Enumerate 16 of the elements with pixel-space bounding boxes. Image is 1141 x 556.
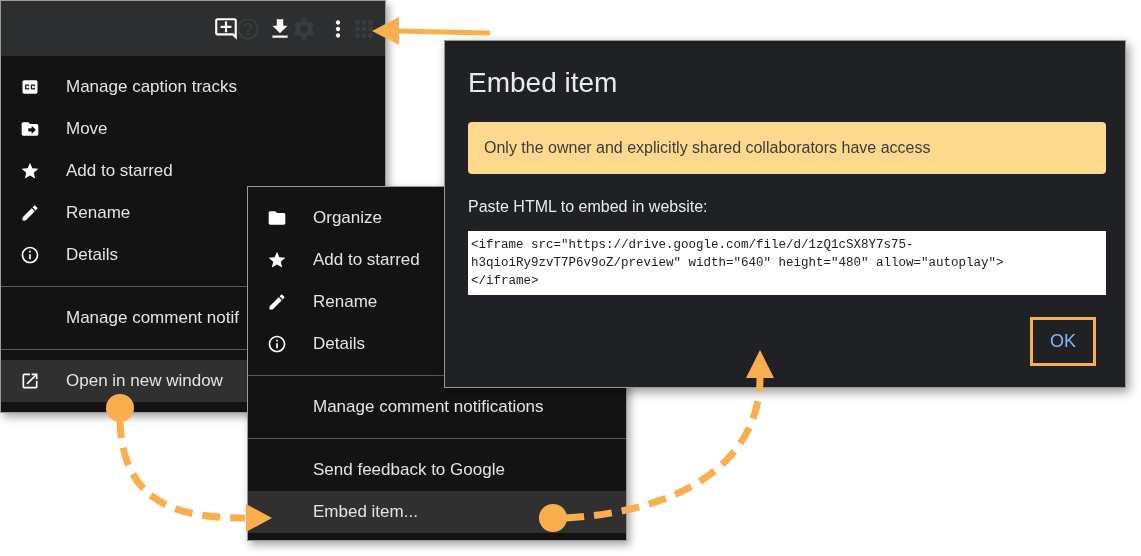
embed-code-field[interactable]: <iframe src="https://drive.google.com/file/d/1zQ1cSX8Y7s75- h3qioiRy9zvT7P6v9oZ/preview" width="640" height="480" allow="autoplay"> </iframe> bbox=[468, 231, 1106, 295]
menu-item[interactable]: Move bbox=[1, 108, 385, 150]
menu-item[interactable]: Send feedback to Google bbox=[248, 449, 626, 491]
dialog-title: Embed item bbox=[468, 67, 619, 99]
add-comment-icon[interactable] bbox=[213, 15, 239, 42]
pencil-icon bbox=[267, 291, 287, 313]
info-icon bbox=[20, 244, 40, 266]
info-icon bbox=[267, 333, 287, 355]
pencil-icon bbox=[20, 202, 40, 224]
access-notice: Only the owner and explicitly shared collaborators have access bbox=[468, 122, 1106, 174]
menu-item[interactable]: Manage caption tracks bbox=[1, 66, 385, 108]
field-label: Paste HTML to embed in website: bbox=[468, 198, 709, 216]
help-icon[interactable] bbox=[235, 15, 261, 42]
ok-button[interactable]: OK bbox=[1030, 317, 1096, 366]
menu-item[interactable]: Add to starred bbox=[1, 150, 385, 192]
menu-item[interactable]: Embed item... bbox=[248, 491, 626, 533]
